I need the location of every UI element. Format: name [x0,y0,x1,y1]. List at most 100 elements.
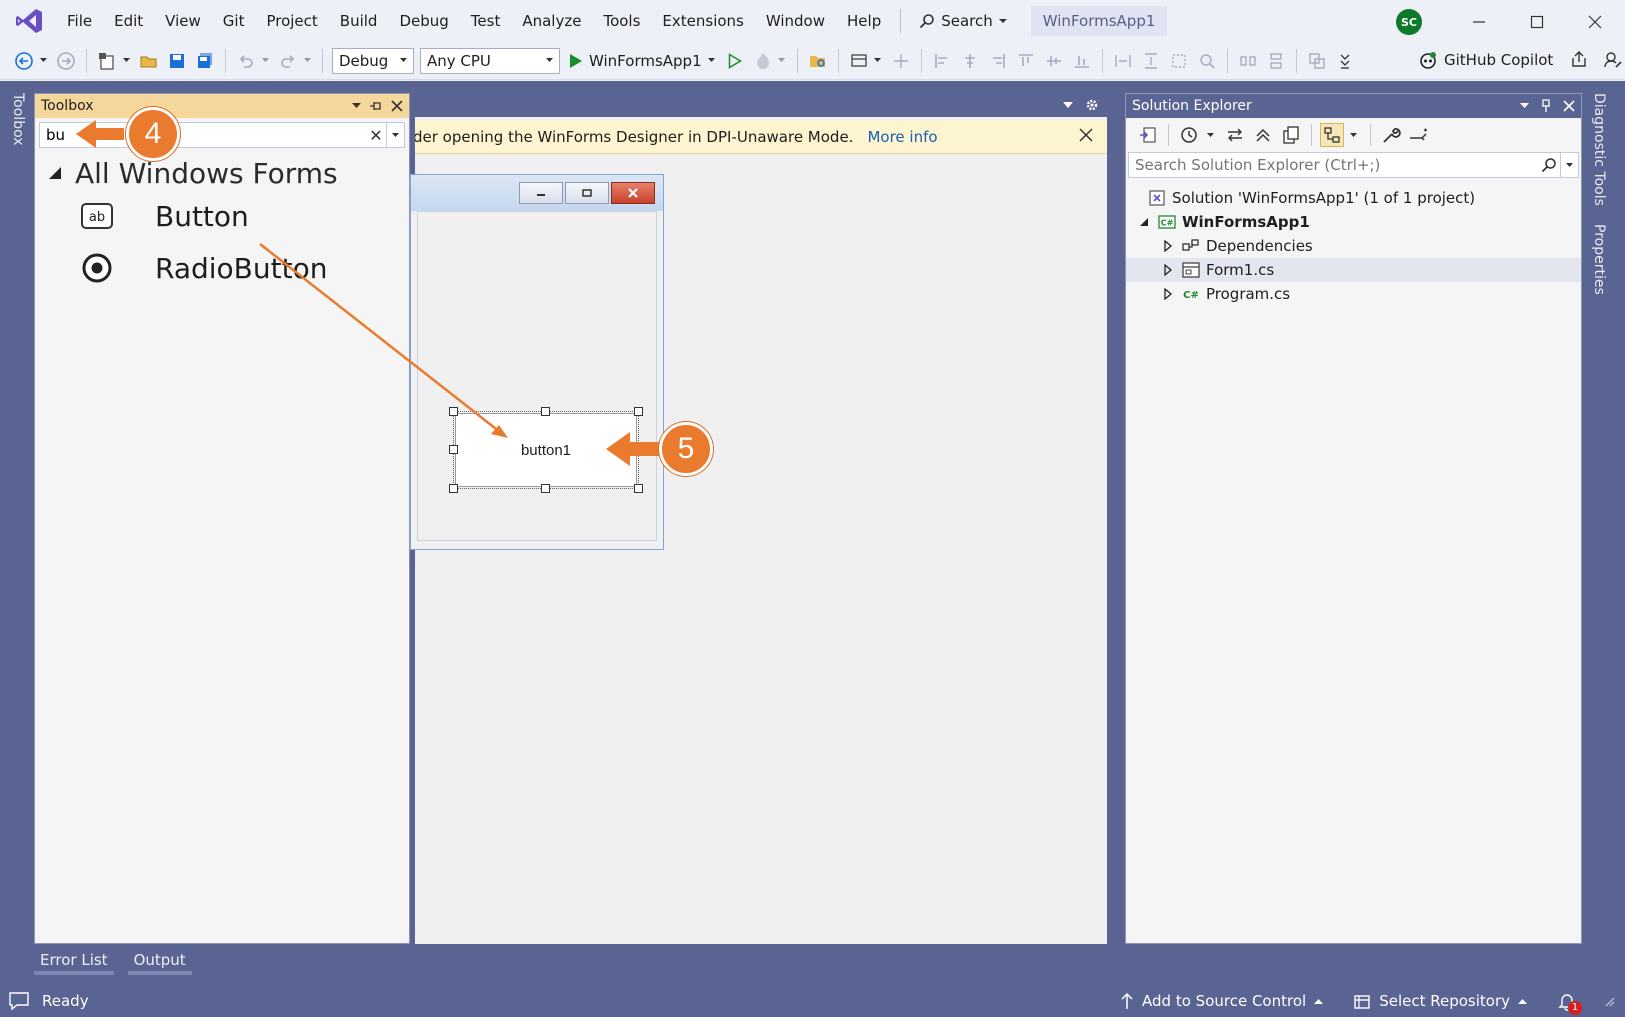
tree-row-program[interactable]: C# Program.cs [1126,282,1581,306]
redo-dropdown[interactable] [302,49,312,73]
toolbox-group-header[interactable]: All Windows Forms [35,156,409,190]
tab-output[interactable]: Output [127,949,192,975]
preview-selected-items-toggle[interactable] [1320,123,1344,147]
solution-platform-select[interactable]: Any CPU [420,47,560,74]
tab-error-list[interactable]: Error List [34,949,114,975]
tree-row-form1[interactable]: Form1.cs [1126,258,1581,282]
properties-tab[interactable]: Properties [1591,224,1607,295]
form1-design-window[interactable] [410,174,664,550]
search-options-dropdown[interactable] [1560,153,1578,177]
collapse-triangle-icon[interactable] [1136,214,1152,230]
toolbar-overflow-button[interactable] [1333,49,1357,73]
menu-extensions[interactable]: Extensions [651,6,754,36]
browse-folder-button[interactable] [806,49,830,73]
open-file-button[interactable] [137,49,161,73]
menu-project[interactable]: Project [255,6,328,36]
properties-button[interactable] [1379,123,1403,147]
button1-control[interactable]: button1 [455,413,637,487]
hot-reload-button[interactable] [751,49,775,73]
menu-tools[interactable]: Tools [592,6,651,36]
menu-analyze[interactable]: Analyze [511,6,592,36]
make-same-size-button[interactable] [1167,49,1191,73]
resize-handle-top[interactable] [541,407,550,416]
save-all-button[interactable] [193,49,217,73]
layout-button[interactable] [847,49,871,73]
solution-explorer-search-input[interactable] [1129,153,1538,177]
more-info-link[interactable]: More info [867,128,937,146]
resize-handle-bottom-left[interactable] [449,484,458,493]
menu-view[interactable]: View [154,6,212,36]
resize-handle-left[interactable] [449,445,458,454]
tree-row-solution[interactable]: Solution 'WinFormsApp1' (1 of 1 project) [1126,186,1581,210]
resize-handle-bottom[interactable] [541,484,550,493]
menu-edit[interactable]: Edit [103,6,154,36]
toolbox-item-button[interactable]: ab Button [35,190,409,242]
menu-window[interactable]: Window [755,6,836,36]
gear-icon[interactable] [1085,98,1099,112]
align-lefts-button[interactable] [930,49,954,73]
expand-triangle-icon[interactable] [1160,238,1176,254]
menu-debug[interactable]: Debug [388,6,459,36]
auto-hide-pin-icon[interactable] [369,100,383,112]
resize-grip-icon[interactable] [1603,995,1615,1007]
menu-build[interactable]: Build [329,6,389,36]
maximize-button[interactable] [1514,6,1560,38]
tree-row-dependencies[interactable]: Dependencies [1126,234,1581,258]
close-window-button[interactable] [1572,6,1618,38]
show-all-files-button[interactable] [1279,123,1303,147]
resize-handle-top-left[interactable] [449,407,458,416]
menu-help[interactable]: Help [836,6,892,36]
global-search-button[interactable]: Search [909,6,1017,36]
align-tops-button[interactable] [1014,49,1038,73]
github-copilot-button[interactable]: GitHub Copilot [1418,50,1623,70]
toolbox-item-radiobutton[interactable]: RadioButton [35,242,409,294]
snap-to-grid-button[interactable] [889,49,913,73]
toolbox-search-input[interactable] [40,123,366,147]
add-to-source-control-button[interactable]: Add to Source Control [1120,992,1324,1010]
diagnostic-tools-tab[interactable]: Diagnostic Tools [1591,93,1607,206]
window-position-dropdown-icon[interactable] [1520,103,1529,109]
expand-triangle-icon[interactable] [1160,262,1176,278]
notifications-button[interactable]: 1 [1557,991,1615,1015]
align-middles-button[interactable] [1042,49,1066,73]
switch-views-button[interactable] [1136,123,1160,147]
align-rights-button[interactable] [986,49,1010,73]
window-position-dropdown-icon[interactable] [352,103,361,109]
hot-reload-dropdown[interactable] [777,49,787,73]
vertical-spacing-button[interactable] [1264,49,1288,73]
close-icon[interactable] [1079,128,1093,142]
output-message-icon[interactable] [8,991,30,1011]
tree-row-project[interactable]: C# WinFormsApp1 [1126,210,1581,234]
undo-dropdown[interactable] [260,49,270,73]
tab-list-dropdown-icon[interactable] [1063,101,1073,109]
start-debugging-button[interactable]: WinFormsApp1 [563,48,721,74]
pending-changes-filter-button[interactable] [1177,123,1201,147]
layout-dropdown[interactable] [873,49,883,73]
navigate-back-button[interactable] [12,49,36,73]
preview-dropdown[interactable] [1348,123,1358,147]
close-icon[interactable] [1563,100,1575,112]
solution-configuration-select[interactable]: Debug [332,47,414,74]
save-button[interactable] [165,49,189,73]
sync-with-active-document-button[interactable] [1223,123,1247,147]
toolbox-side-tab[interactable]: Toolbox [10,93,32,153]
redo-button[interactable] [276,49,300,73]
filter-dropdown[interactable] [1205,123,1215,147]
clear-search-icon[interactable]: ✕ [366,126,386,145]
size-to-grid-button[interactable] [1195,49,1219,73]
close-icon[interactable] [391,100,403,112]
pin-icon[interactable] [1541,99,1551,113]
new-item-dropdown[interactable] [121,49,131,73]
align-bottoms-button[interactable] [1070,49,1094,73]
collapse-all-button[interactable] [1251,123,1275,147]
resize-handle-bottom-right[interactable] [634,484,643,493]
make-same-height-button[interactable] [1139,49,1163,73]
menu-git[interactable]: Git [212,6,256,36]
horizontal-spacing-button[interactable] [1236,49,1260,73]
expand-triangle-icon[interactable] [1160,286,1176,302]
menu-file[interactable]: File [56,6,103,36]
navigate-forward-button[interactable] [54,49,78,73]
make-same-width-button[interactable] [1111,49,1135,73]
bring-to-front-button[interactable] [1305,49,1329,73]
navigate-back-dropdown[interactable] [38,49,48,73]
